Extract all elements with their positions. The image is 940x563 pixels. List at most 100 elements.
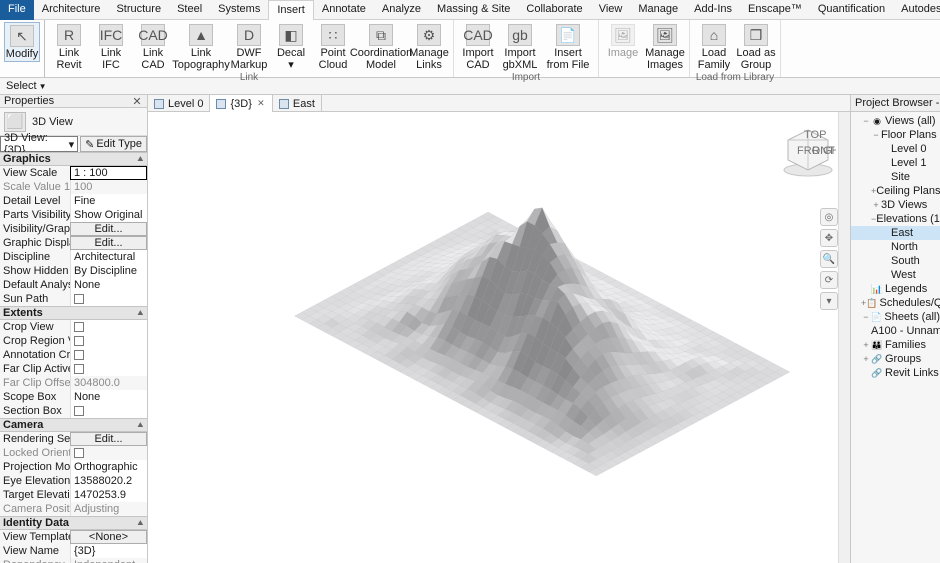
section-header[interactable]: Camera⯅	[0, 418, 147, 432]
property-value[interactable]: <None>	[70, 530, 147, 544]
property-value[interactable]	[70, 334, 147, 348]
link-ifc-button[interactable]: IFCLinkIFC	[91, 22, 131, 71]
tab-systems[interactable]: Systems	[210, 0, 268, 20]
tree-node[interactable]: 📊Legends	[851, 282, 940, 296]
section-header[interactable]: Graphics⯅	[0, 152, 147, 166]
tab-collaborate[interactable]: Collaborate	[518, 0, 590, 20]
tree-node[interactable]: −📄Sheets (all)	[851, 310, 940, 324]
property-value[interactable]: Edit...	[70, 236, 147, 250]
decal-button[interactable]: ◧Decal▾	[271, 22, 311, 71]
select-dropdown[interactable]: Select▼	[6, 80, 47, 92]
tree-node[interactable]: Site	[851, 170, 940, 184]
section-header[interactable]: Identity Data⯅	[0, 516, 147, 530]
tab-view[interactable]: View	[591, 0, 631, 20]
tree-node[interactable]: South	[851, 254, 940, 268]
property-value[interactable]: None	[70, 390, 147, 404]
zoom-button[interactable]: 🔍	[820, 250, 838, 268]
view-tab-3d[interactable]: {3D}✕	[210, 95, 272, 112]
manage-images-button[interactable]: 🖼ManageImages	[645, 22, 685, 71]
load-family-button[interactable]: ⌂LoadFamily	[694, 22, 734, 71]
tab-autodesk-point-layout[interactable]: Autodesk Point Layout	[893, 0, 940, 20]
link-revit-button[interactable]: RLinkRevit	[49, 22, 89, 71]
tree-node[interactable]: 🔗Revit Links	[851, 366, 940, 380]
tab-insert[interactable]: Insert	[268, 0, 314, 20]
checkbox[interactable]	[74, 294, 84, 304]
link-cad-button[interactable]: CADLinkCAD	[133, 22, 173, 71]
property-value[interactable]: None	[70, 278, 147, 292]
property-value[interactable]: 1 : 100	[70, 166, 147, 180]
point-cloud-button[interactable]: ∷PointCloud	[313, 22, 353, 71]
property-value[interactable]: By Discipline	[70, 264, 147, 278]
tree-node[interactable]: A100 - Unnamed	[851, 324, 940, 338]
property-value[interactable]: {3D}	[70, 544, 147, 558]
tree-node[interactable]: West	[851, 268, 940, 282]
import-cad-button[interactable]: CADImportCAD	[458, 22, 498, 71]
close-icon[interactable]: ✕	[131, 95, 143, 107]
tree-twisty-icon[interactable]: +	[861, 340, 871, 350]
tree-twisty-icon[interactable]: +	[871, 200, 881, 210]
tree-node[interactable]: North	[851, 240, 940, 254]
property-value[interactable]	[70, 320, 147, 334]
tab-massing-site[interactable]: Massing & Site	[429, 0, 518, 20]
tab-annotate[interactable]: Annotate	[314, 0, 374, 20]
tab-add-ins[interactable]: Add-Ins	[686, 0, 740, 20]
tree-node[interactable]: Level 1	[851, 156, 940, 170]
tree-twisty-icon[interactable]: +	[861, 354, 871, 364]
tree-node[interactable]: +👪Families	[851, 338, 940, 352]
tab-architecture[interactable]: Architecture	[34, 0, 109, 20]
tree-node[interactable]: +🔗Groups	[851, 352, 940, 366]
checkbox[interactable]	[74, 322, 84, 332]
tab-quantification[interactable]: Quantification	[810, 0, 893, 20]
property-value[interactable]: Show Original	[70, 208, 147, 222]
checkbox[interactable]	[74, 406, 84, 416]
tab-file[interactable]: File	[0, 0, 34, 20]
dwf-markup-button[interactable]: DDWFMarkup	[229, 22, 269, 71]
property-value[interactable]	[70, 348, 147, 362]
view-tab-east[interactable]: East	[273, 95, 322, 112]
tree-node[interactable]: −Floor Plans	[851, 128, 940, 142]
manage-links-button[interactable]: ⚙ManageLinks	[409, 22, 449, 71]
property-value[interactable]	[70, 292, 147, 306]
property-value[interactable]	[70, 404, 147, 418]
view-selector-dropdown[interactable]: 3D View: {3D}▾	[0, 136, 78, 152]
property-value[interactable]: Architectural	[70, 250, 147, 264]
property-value[interactable]	[70, 362, 147, 376]
checkbox[interactable]	[74, 350, 84, 360]
edit-type-button[interactable]: ✎Edit Type	[80, 136, 147, 152]
property-value[interactable]: Orthographic	[70, 460, 147, 474]
load-as-group-button[interactable]: ❒Load asGroup	[736, 22, 776, 71]
pan-button[interactable]: ✥	[820, 229, 838, 247]
view-cube[interactable]: FRONT RIGHT TOP	[780, 124, 836, 180]
tree-twisty-icon[interactable]: −	[861, 312, 871, 322]
view-tab-level-0[interactable]: Level 0	[148, 95, 210, 112]
tab-manage[interactable]: Manage	[630, 0, 686, 20]
close-tab-icon[interactable]: ✕	[256, 99, 266, 109]
tree-node[interactable]: +3D Views	[851, 198, 940, 212]
tree-node[interactable]: East	[851, 226, 940, 240]
property-value[interactable]: 13588020.2	[70, 474, 147, 488]
tree-node[interactable]: +📋Schedules/Quantities (all)	[851, 296, 940, 310]
import-gbxml-button[interactable]: gbImportgbXML	[500, 22, 540, 71]
orbit-button[interactable]: ⟳	[820, 271, 838, 289]
tab-structure[interactable]: Structure	[108, 0, 169, 20]
checkbox[interactable]	[74, 364, 84, 374]
modify-button[interactable]: ↖Modify	[4, 22, 40, 62]
tree-node[interactable]: −Elevations (12mm Circle)	[851, 212, 940, 226]
property-value[interactable]: 1470253.9	[70, 488, 147, 502]
tab-analyze[interactable]: Analyze	[374, 0, 429, 20]
viewport[interactable]: FRONT RIGHT TOP ◎ ✥ 🔍 ⟳ ▾	[148, 112, 850, 563]
steering-wheel-button[interactable]: ◎	[820, 208, 838, 226]
section-header[interactable]: Extents⯅	[0, 306, 147, 320]
coordination-model-button[interactable]: ⧉CoordinationModel	[355, 22, 407, 71]
property-value[interactable]: Edit...	[70, 222, 147, 236]
tree-node[interactable]: +Ceiling Plans	[851, 184, 940, 198]
link-topography-button[interactable]: ▲LinkTopography	[175, 22, 227, 71]
checkbox[interactable]	[74, 336, 84, 346]
tree-twisty-icon[interactable]: −	[861, 116, 871, 126]
vertical-scrollbar[interactable]	[838, 112, 850, 563]
property-value[interactable]: Edit...	[70, 432, 147, 446]
tree-node[interactable]: −◉Views (all)	[851, 114, 940, 128]
tab-enscape-[interactable]: Enscape™	[740, 0, 810, 20]
tree-node[interactable]: Level 0	[851, 142, 940, 156]
insert-from-file-button[interactable]: 📄Insertfrom File	[542, 22, 594, 71]
